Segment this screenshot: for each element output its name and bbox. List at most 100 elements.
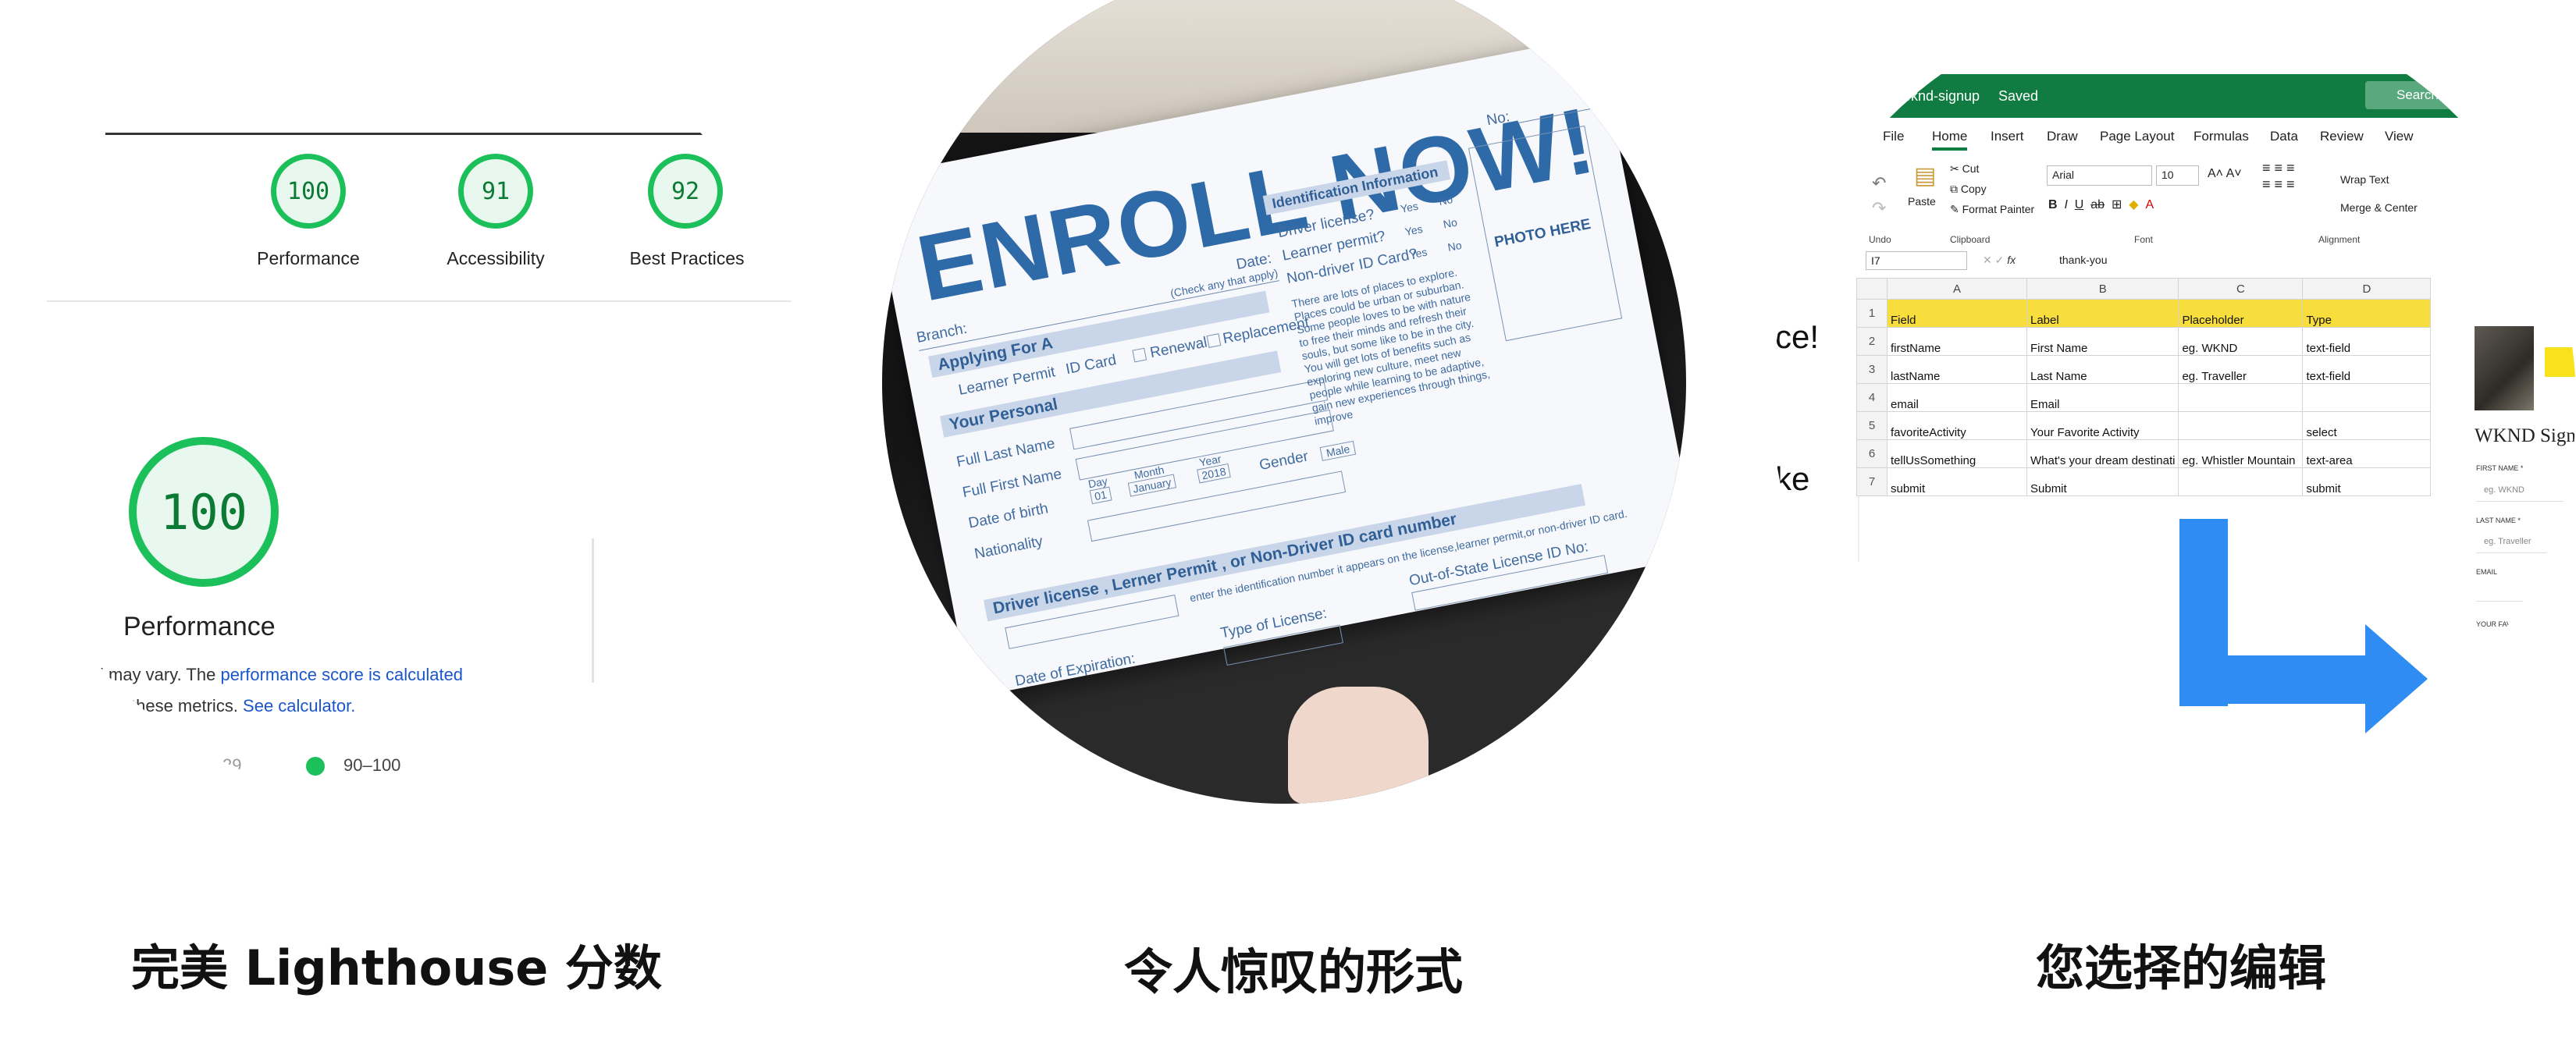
cell[interactable]: eg. WKND xyxy=(2178,327,2304,356)
q3-no[interactable]: No xyxy=(1446,239,1463,254)
format-painter-button[interactable]: ✎ Format Painter xyxy=(1950,203,2034,216)
copy-label: Copy xyxy=(1960,183,1987,195)
cell[interactable]: text-field xyxy=(2302,355,2432,384)
cell[interactable]: Placeholder xyxy=(2178,299,2304,328)
cut-button[interactable]: ✂ Cut xyxy=(1950,162,1979,176)
paste-button[interactable]: Paste xyxy=(1908,195,1936,208)
cell[interactable]: firstName xyxy=(1887,327,2027,356)
cell[interactable]: select xyxy=(2302,411,2432,440)
column-header-b[interactable]: B xyxy=(2026,278,2179,300)
row-header[interactable]: 6 xyxy=(1856,439,1888,468)
table-row: 5 favoriteActivity Your Favorite Activit… xyxy=(1856,411,2432,440)
menu-formulas[interactable]: Formulas xyxy=(2194,129,2249,144)
merge-center-button[interactable]: Merge & Center xyxy=(2340,201,2418,214)
menu-view[interactable]: View xyxy=(2385,129,2414,144)
paste-icon[interactable]: ▤ xyxy=(1914,162,1936,190)
formula-bar[interactable]: thank-you xyxy=(2055,251,2576,270)
field-date-of-birth: Date of birth xyxy=(966,500,1050,532)
row-header[interactable]: 4 xyxy=(1856,383,1888,412)
cell[interactable]: Submit xyxy=(2026,467,2179,496)
wknd-yellow-button[interactable] xyxy=(2545,347,2576,377)
score-note-line2: these metrics. See calculator. xyxy=(131,696,355,716)
row-header[interactable]: 5 xyxy=(1856,411,1888,440)
q3-yes[interactable]: Yes xyxy=(1408,246,1428,261)
cell[interactable]: text-field xyxy=(2302,327,2432,356)
cell[interactable]: Last Name xyxy=(2026,355,2179,384)
cell[interactable]: Label xyxy=(2026,299,2179,328)
q2-no[interactable]: No xyxy=(1442,215,1458,230)
cell[interactable]: submit xyxy=(2302,467,2432,496)
font-name-select[interactable]: Arial xyxy=(2047,165,2152,186)
cell[interactable]: Field xyxy=(1887,299,2027,328)
cell[interactable]: lastName xyxy=(1887,355,2027,384)
menu-review[interactable]: Review xyxy=(2320,129,2364,144)
caption-forms: 令人惊叹的形式 xyxy=(1124,943,1464,1000)
cell[interactable]: Email xyxy=(2026,383,2179,412)
undo-icon[interactable]: ↶ xyxy=(1872,173,1886,194)
enroll-form: ENROLL NOW! No: Date: Branch: (Check any… xyxy=(882,35,1686,698)
row-header[interactable]: 1 xyxy=(1856,299,1888,328)
row-header[interactable]: 7 xyxy=(1856,467,1888,496)
menu-file[interactable]: File xyxy=(1883,129,1904,144)
menu-page-layout[interactable]: Page Layout xyxy=(2100,129,2174,144)
search-box[interactable]: Search xyxy=(2365,81,2490,109)
cell[interactable]: What's your dream destinati xyxy=(2026,439,2179,468)
menu-home[interactable]: Home xyxy=(1932,129,1968,151)
font-style-buttons[interactable]: B I U ab ⊞ ◆ A xyxy=(2048,197,2154,212)
q2-yes[interactable]: Yes xyxy=(1404,222,1423,238)
copy-icon: ⧉ xyxy=(1950,183,1961,195)
cell[interactable]: First Name xyxy=(2026,327,2179,356)
cell[interactable] xyxy=(2302,383,2432,412)
performance-score-link[interactable]: performance score is calculated xyxy=(220,665,463,684)
redo-icon[interactable]: ↷ xyxy=(1872,198,1886,218)
accessibility-gauge: 91 xyxy=(458,154,533,229)
column-header-a[interactable]: A xyxy=(1887,278,2027,300)
column-header-row: A B C D xyxy=(1856,278,2432,300)
input-nationality[interactable] xyxy=(1087,471,1347,542)
date-of-expiration-label: Date of Expiration: xyxy=(1013,650,1137,690)
cell[interactable]: text-area xyxy=(2302,439,2432,468)
see-calculator-link[interactable]: See calculator. xyxy=(243,696,355,716)
cell[interactable]: email xyxy=(1887,383,2027,412)
cell[interactable]: Type xyxy=(2302,299,2432,328)
top-rule xyxy=(105,133,703,135)
cell[interactable]: eg. Traveller xyxy=(2178,355,2304,384)
checkbox-id-card[interactable] xyxy=(1132,347,1147,363)
font-size-buttons[interactable]: A˄ A˅ xyxy=(2208,167,2242,181)
cell[interactable] xyxy=(2178,383,2304,412)
copy-button[interactable]: ⧉ Copy xyxy=(1950,183,1987,196)
menu-draw[interactable]: Draw xyxy=(2047,129,2078,144)
wknd-first-name-input[interactable]: eg. WKND xyxy=(2484,485,2524,495)
name-box[interactable]: I7 xyxy=(1866,251,1967,270)
brush-icon: ✎ xyxy=(1950,203,1962,215)
checkbox-renewal[interactable] xyxy=(1206,333,1222,348)
gender-select[interactable]: Male xyxy=(1319,440,1357,461)
cell[interactable]: Your Favorite Activity xyxy=(2026,411,2179,440)
wknd-last-name-input[interactable]: eg. Traveller xyxy=(2484,537,2532,546)
file-name[interactable]: wknd-signup xyxy=(1901,88,1980,105)
cell[interactable]: submit xyxy=(1887,467,2027,496)
cell[interactable] xyxy=(2178,467,2304,496)
option-renewal[interactable]: Renewal xyxy=(1149,334,1209,362)
cell[interactable]: eg. Whistler Mountain xyxy=(2178,439,2304,468)
wrap-text-button[interactable]: Wrap Text xyxy=(2340,173,2389,186)
cell[interactable]: favoriteActivity xyxy=(1887,411,2027,440)
menu-insert[interactable]: Insert xyxy=(1991,129,2024,144)
menu-data[interactable]: Data xyxy=(2270,129,2298,144)
arrow-icon-head xyxy=(2365,624,2428,733)
font-size-select[interactable]: 10 xyxy=(2156,165,2199,186)
row-header[interactable]: 3 xyxy=(1856,355,1888,384)
column-header-c[interactable]: C xyxy=(2178,278,2304,300)
cell[interactable]: tellUsSomething xyxy=(1887,439,2027,468)
spreadsheet-grid: A B C D 1 Field Label Placeholder Type 2… xyxy=(1856,278,2432,496)
column-header-d[interactable]: D xyxy=(2302,278,2432,300)
performance-label: Performance xyxy=(257,248,360,268)
cell[interactable] xyxy=(2178,411,2304,440)
option-id-card[interactable]: ID Card xyxy=(1065,352,1118,378)
corner-cell[interactable] xyxy=(1856,278,1888,300)
row-header[interactable]: 2 xyxy=(1856,327,1888,356)
dob-day-select[interactable]: 01 xyxy=(1089,486,1112,505)
wknd-underline xyxy=(2476,501,2576,502)
q1-no[interactable]: No xyxy=(1438,193,1454,208)
alignment-icons[interactable]: ≡ ≡ ≡ ≡ ≡ ≡ xyxy=(2262,160,2295,193)
